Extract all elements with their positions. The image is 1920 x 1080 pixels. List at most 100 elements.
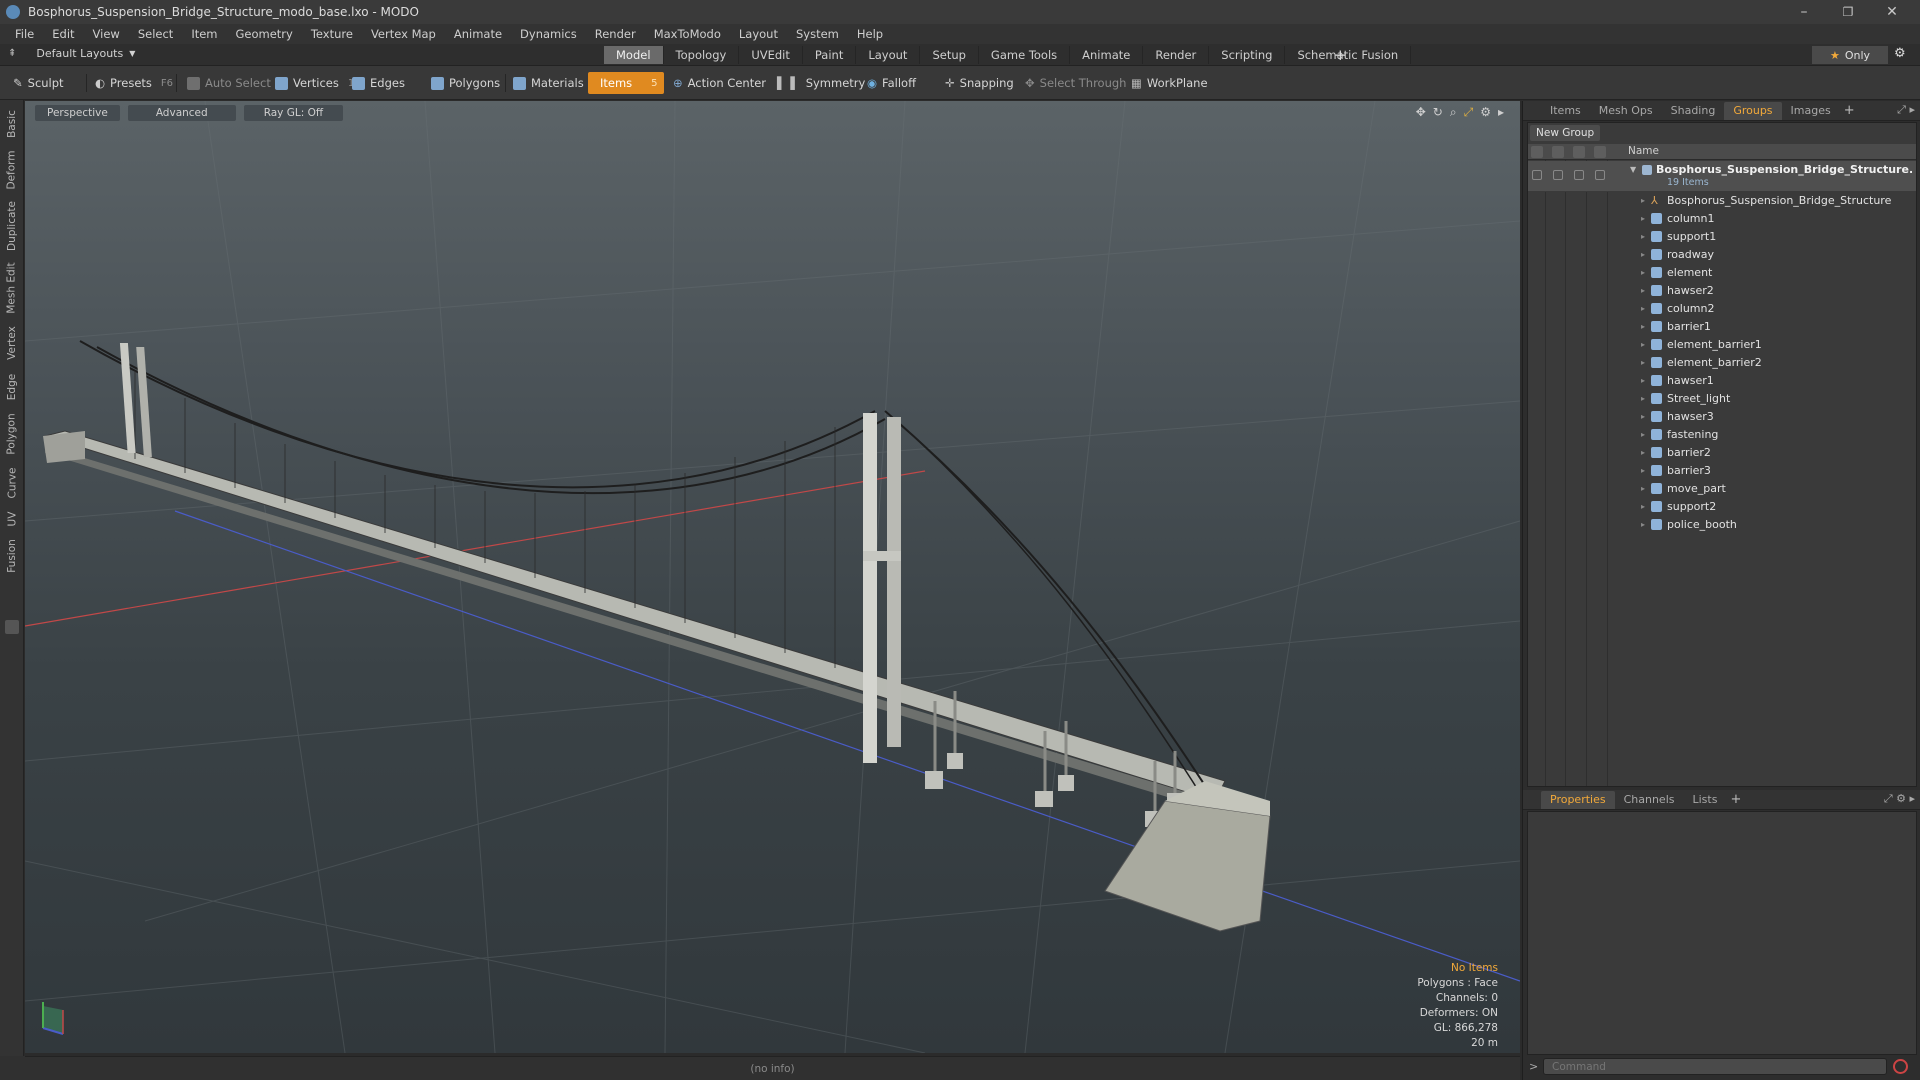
properties-expand-icon[interactable]: ⤢ ⚙ ▸	[1884, 792, 1915, 806]
3d-viewport[interactable]: Perspective Advanced Ray GL: Off ✥ ↻ ⌕ ⤢…	[25, 101, 1520, 1053]
add-properties-tab-button[interactable]: +	[1726, 792, 1741, 807]
menu-file[interactable]: File	[6, 27, 43, 41]
tab-game-tools[interactable]: Game Tools	[979, 46, 1071, 64]
fit-icon[interactable]: ⤢	[1464, 105, 1474, 120]
select-column-icon[interactable]	[1594, 146, 1606, 158]
vtab-deform[interactable]: Deform	[0, 146, 24, 194]
select-through-button[interactable]: ✥ Select Through	[1018, 72, 1133, 94]
panel-expand-icon[interactable]: ⤢ ▸	[1897, 103, 1915, 117]
list-item[interactable]: ▸ element_barrier1	[1528, 336, 1916, 354]
close-button[interactable]: ✕	[1870, 0, 1914, 24]
list-item[interactable]: ▸ column2	[1528, 300, 1916, 318]
clear-command-icon[interactable]	[1893, 1059, 1908, 1074]
materials-button[interactable]: Materials	[506, 72, 591, 94]
list-item[interactable]: ▸ barrier2	[1528, 444, 1916, 462]
vtab-uv[interactable]: UV	[0, 506, 24, 532]
list-item[interactable]: ▸ police_booth	[1528, 516, 1916, 534]
vtab-vertex[interactable]: Vertex	[0, 320, 24, 366]
render-toggle-icon[interactable]	[1553, 170, 1563, 180]
tab-images[interactable]: Images	[1782, 102, 1840, 120]
command-input[interactable]	[1543, 1058, 1887, 1075]
list-item[interactable]: ▸ element_barrier2	[1528, 354, 1916, 372]
list-item[interactable]: ▸ roadway	[1528, 246, 1916, 264]
list-item[interactable]: ▸ barrier1	[1528, 318, 1916, 336]
add-panel-tab-button[interactable]: +	[1840, 103, 1855, 118]
list-item[interactable]: ▸ move_part	[1528, 480, 1916, 498]
vtab-duplicate[interactable]: Duplicate	[0, 196, 24, 256]
pan-icon[interactable]: ✥	[1416, 105, 1426, 120]
menu-help[interactable]: Help	[848, 27, 892, 41]
menu-texture[interactable]: Texture	[302, 27, 362, 41]
workplane-button[interactable]: ▦ WorkPlane	[1124, 72, 1215, 94]
tab-lists[interactable]: Lists	[1684, 791, 1727, 809]
tab-setup[interactable]: Setup	[920, 46, 979, 64]
collapse-arrow-icon[interactable]: ▼	[1630, 165, 1636, 174]
tab-schematic-fusion[interactable]: Schematic Fusion	[1285, 46, 1412, 64]
list-item[interactable]: ▸ support1	[1528, 228, 1916, 246]
items-button[interactable]: Items 5	[588, 72, 664, 94]
list-item[interactable]: ▸ column1	[1528, 210, 1916, 228]
list-item[interactable]: ▸ support2	[1528, 498, 1916, 516]
zoom-icon[interactable]: ⌕	[1450, 105, 1457, 120]
tab-paint[interactable]: Paint	[803, 46, 857, 64]
presets-button[interactable]: ◐ Presets F6	[88, 72, 180, 94]
tab-shading[interactable]: Shading	[1662, 102, 1725, 120]
group-row[interactable]: ▼ Bosphorus_Suspension_Bridge_Structure.…	[1528, 161, 1916, 192]
layout-selector[interactable]: ⇞ Default Layouts ▼	[8, 47, 135, 60]
sculpt-button[interactable]: ✎ Sculpt	[6, 72, 71, 94]
tab-render[interactable]: Render	[1143, 46, 1210, 64]
auto-select-button[interactable]: Auto Select	[180, 72, 278, 94]
shading-dropdown[interactable]: Advanced	[127, 105, 236, 121]
view-mode-dropdown[interactable]: Perspective	[35, 105, 120, 121]
tab-layout[interactable]: Layout	[856, 46, 921, 64]
viewport-gear-icon[interactable]: ⚙	[1480, 105, 1491, 120]
add-layout-tab-button[interactable]: +	[1334, 46, 1347, 64]
list-item[interactable]: ▸ hawser2	[1528, 282, 1916, 300]
list-item[interactable]: ▸ hawser3	[1528, 408, 1916, 426]
minimize-button[interactable]: –	[1782, 0, 1826, 24]
vtab-polygon[interactable]: Polygon	[0, 408, 24, 460]
tab-mesh-ops[interactable]: Mesh Ops	[1590, 102, 1662, 120]
tab-topology[interactable]: Topology	[664, 46, 740, 64]
tab-animate[interactable]: Animate	[1070, 46, 1144, 64]
lock-column-icon[interactable]	[1573, 146, 1585, 158]
visibility-column-icon[interactable]	[1531, 146, 1543, 158]
snapping-button[interactable]: ✛ Snapping	[938, 72, 1021, 94]
menu-render[interactable]: Render	[586, 27, 645, 41]
lock-toggle-icon[interactable]	[1574, 170, 1584, 180]
list-item[interactable]: ▸ Street_light	[1528, 390, 1916, 408]
tab-uvedit[interactable]: UVEdit	[739, 46, 803, 64]
menu-geometry[interactable]: Geometry	[227, 27, 302, 41]
maximize-button[interactable]: ❐	[1826, 0, 1870, 24]
list-item[interactable]: ▸ barrier3	[1528, 462, 1916, 480]
tab-properties[interactable]: Properties	[1541, 790, 1615, 809]
panel-toggle-button[interactable]	[5, 620, 19, 634]
tab-groups[interactable]: Groups	[1724, 101, 1782, 120]
select-toggle-icon[interactable]	[1595, 170, 1605, 180]
only-toggle-button[interactable]: ★ Only	[1812, 46, 1888, 64]
menu-animate[interactable]: Animate	[445, 27, 511, 41]
falloff-button[interactable]: ◉ Falloff	[860, 72, 923, 94]
list-item[interactable]: ▸ ⅄ Bosphorus_Suspension_Bridge_Structure	[1528, 192, 1916, 210]
menu-vertex-map[interactable]: Vertex Map	[362, 27, 445, 41]
vtab-basic[interactable]: Basic	[0, 104, 24, 144]
menu-select[interactable]: Select	[129, 27, 182, 41]
new-group-button[interactable]: New Group	[1530, 125, 1601, 141]
menu-dynamics[interactable]: Dynamics	[511, 27, 586, 41]
action-center-button[interactable]: ⊕ Action Center	[666, 72, 773, 94]
list-item[interactable]: ▸ fastening	[1528, 426, 1916, 444]
menu-layout[interactable]: Layout	[730, 27, 787, 41]
render-column-icon[interactable]	[1552, 146, 1564, 158]
name-column-header[interactable]: Name	[1628, 145, 1659, 157]
list-item[interactable]: ▸ element	[1528, 264, 1916, 282]
tab-items[interactable]: Items	[1541, 102, 1590, 120]
menu-item[interactable]: Item	[182, 27, 226, 41]
symmetry-button[interactable]: ▌▐ Symmetry	[770, 72, 872, 94]
menu-maxtomodo[interactable]: MaxToModo	[645, 27, 730, 41]
polygons-button[interactable]: Polygons	[424, 72, 507, 94]
vtab-mesh-edit[interactable]: Mesh Edit	[0, 258, 24, 318]
ray-gl-toggle[interactable]: Ray GL: Off	[243, 105, 344, 121]
menu-view[interactable]: View	[84, 27, 129, 41]
list-item[interactable]: ▸ hawser1	[1528, 372, 1916, 390]
menu-edit[interactable]: Edit	[43, 27, 83, 41]
